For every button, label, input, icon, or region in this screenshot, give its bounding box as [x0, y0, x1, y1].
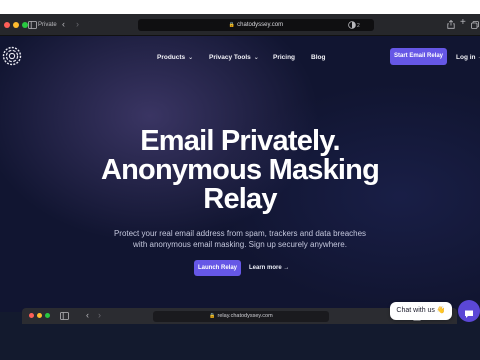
forward-icon[interactable]: › [76, 20, 79, 29]
extension-icon[interactable] [348, 21, 356, 31]
minimize-window-button[interactable] [13, 22, 19, 28]
site-logo-icon[interactable] [2, 46, 22, 66]
inner-address-bar: 🔒 relay.chatodyssey.com [153, 311, 329, 322]
hero-headline: Email Privately. Anonymous Masking Relay [80, 127, 400, 214]
nav-products-label: Products [157, 54, 186, 61]
nav-blog[interactable]: Blog [311, 54, 325, 62]
close-window-button[interactable] [4, 22, 10, 28]
chat-prompt-bubble[interactable]: Chat with us 👋 [390, 302, 452, 320]
learn-more-link[interactable]: Learn more → [249, 264, 289, 272]
hero-subtitle: Protect your real email address from spa… [95, 228, 385, 250]
launch-relay-button[interactable]: Launch Relay [194, 260, 241, 276]
chevron-down-icon: ⌄ [188, 55, 194, 61]
browser-titlebar: Private ‹ › 🔒 chatodyssey.com 2 + [0, 14, 480, 36]
tab-overview-icon[interactable] [471, 21, 479, 31]
subtitle-line-2: with anonymous email masking. Sign up se… [133, 240, 347, 249]
extension-badge: 2 [357, 23, 360, 29]
inner-zoom-dot [45, 313, 50, 318]
headline-line-1: Email Privately. [140, 125, 340, 157]
back-icon[interactable]: ‹ [62, 20, 65, 29]
inner-address-text: relay.chatodyssey.com [217, 313, 273, 319]
headline-line-2: Anonymous Masking [100, 154, 380, 186]
headline-line-3: Relay [203, 183, 277, 215]
inner-lock-icon: 🔒 [209, 313, 216, 319]
chat-launcher-button[interactable] [458, 300, 480, 322]
inner-close-dot [29, 313, 34, 318]
new-tab-icon[interactable]: + [460, 18, 466, 28]
share-icon[interactable] [447, 19, 455, 31]
lock-icon: 🔒 [228, 22, 236, 28]
private-label: Private [38, 22, 57, 28]
chat-icon [464, 306, 474, 324]
address-bar[interactable]: 🔒 chatodyssey.com [138, 19, 374, 31]
inner-minimize-dot [37, 313, 42, 318]
nav-products[interactable]: Products ⌄ [157, 54, 193, 62]
inner-sidebar-icon [60, 312, 69, 322]
browser-window: Private ‹ › 🔒 chatodyssey.com 2 + Product… [0, 14, 480, 360]
nav-privacy-tools-label: Privacy Tools [209, 54, 251, 61]
inner-back-icon: ‹ [86, 310, 89, 320]
chevron-down-icon: ⌄ [253, 55, 259, 61]
start-email-relay-button[interactable]: Start Email Relay [390, 48, 447, 65]
nav-privacy-tools[interactable]: Privacy Tools ⌄ [209, 54, 259, 62]
inner-forward-icon: › [98, 310, 101, 320]
nav-pricing[interactable]: Pricing [273, 54, 295, 62]
sidebar-toggle-icon[interactable] [28, 21, 37, 31]
subtitle-line-1: Protect your real email address from spa… [113, 229, 367, 238]
address-text: chatodyssey.com [237, 22, 284, 28]
login-link[interactable]: Log in → [456, 54, 480, 62]
